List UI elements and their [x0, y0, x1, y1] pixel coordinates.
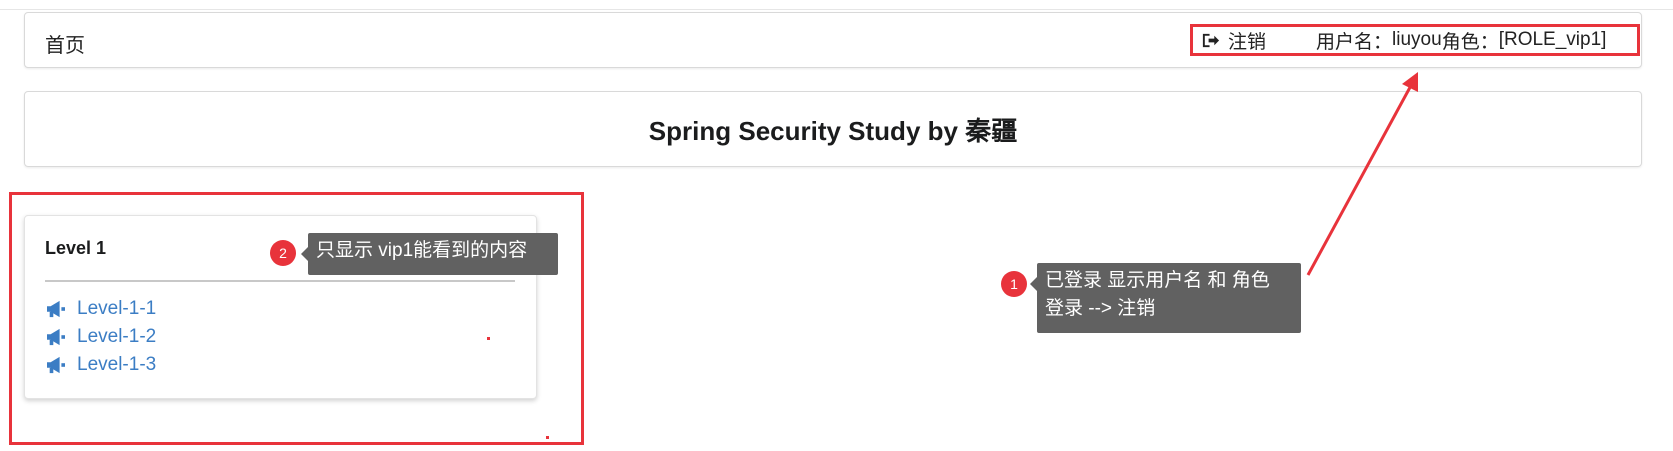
top-border-line	[0, 9, 1673, 10]
nav-home-link[interactable]: 首页	[45, 29, 85, 58]
username-label: 用户名：	[1316, 31, 1393, 53]
role-label: 角色：	[1441, 31, 1499, 53]
annotation-tooltip-1: 已登录 显示用户名 和 角色 登录 --> 注销	[1030, 263, 1301, 333]
annotation-badge-1: 1	[1001, 271, 1027, 297]
level-link-label: Level-1-3	[77, 354, 157, 375]
title-panel: Spring Security Study by 秦疆	[24, 91, 1642, 167]
annotation-mark	[487, 337, 490, 340]
annotation-badge-2: 2	[270, 240, 296, 266]
level-link-label: Level-1-1	[77, 298, 157, 319]
username-value: liuyou	[1392, 29, 1442, 50]
sign-out-icon	[1202, 33, 1220, 47]
level-link[interactable]: Level-1-3	[45, 351, 156, 379]
card-link-list: Level-1-1 Level-1-2 Level-1-3	[45, 295, 156, 379]
card-title: Level 1	[45, 238, 107, 258]
card-divider	[45, 280, 515, 282]
annotation-1-line-1: 已登录 显示用户名 和 角色	[1045, 270, 1270, 291]
bullhorn-icon	[47, 356, 65, 374]
level-link[interactable]: Level-1-2	[45, 323, 156, 351]
bullhorn-icon	[47, 328, 65, 346]
level-link[interactable]: Level-1-1	[45, 295, 156, 323]
logout-label: 注销	[1228, 31, 1267, 53]
annotation-mark	[546, 436, 549, 439]
bullhorn-icon	[47, 300, 65, 318]
logout-button[interactable]: 注销	[1201, 27, 1266, 54]
user-info-highlight: 注销 用户名： liuyou 角色： [ROLE_vip1]	[1190, 24, 1640, 56]
role-value: [ROLE_vip1]	[1498, 29, 1607, 50]
annotation-1-line-2: 登录 --> 注销	[1045, 298, 1156, 319]
annotation-tooltip-2: 只显示 vip1能看到的内容	[301, 233, 558, 275]
page-title: Spring Security Study by 秦疆	[648, 115, 1018, 146]
top-navbar: 首页 注销 用户名： liuyou 角色： [ROLE_vip1]	[24, 12, 1642, 68]
level-link-label: Level-1-2	[77, 326, 157, 347]
